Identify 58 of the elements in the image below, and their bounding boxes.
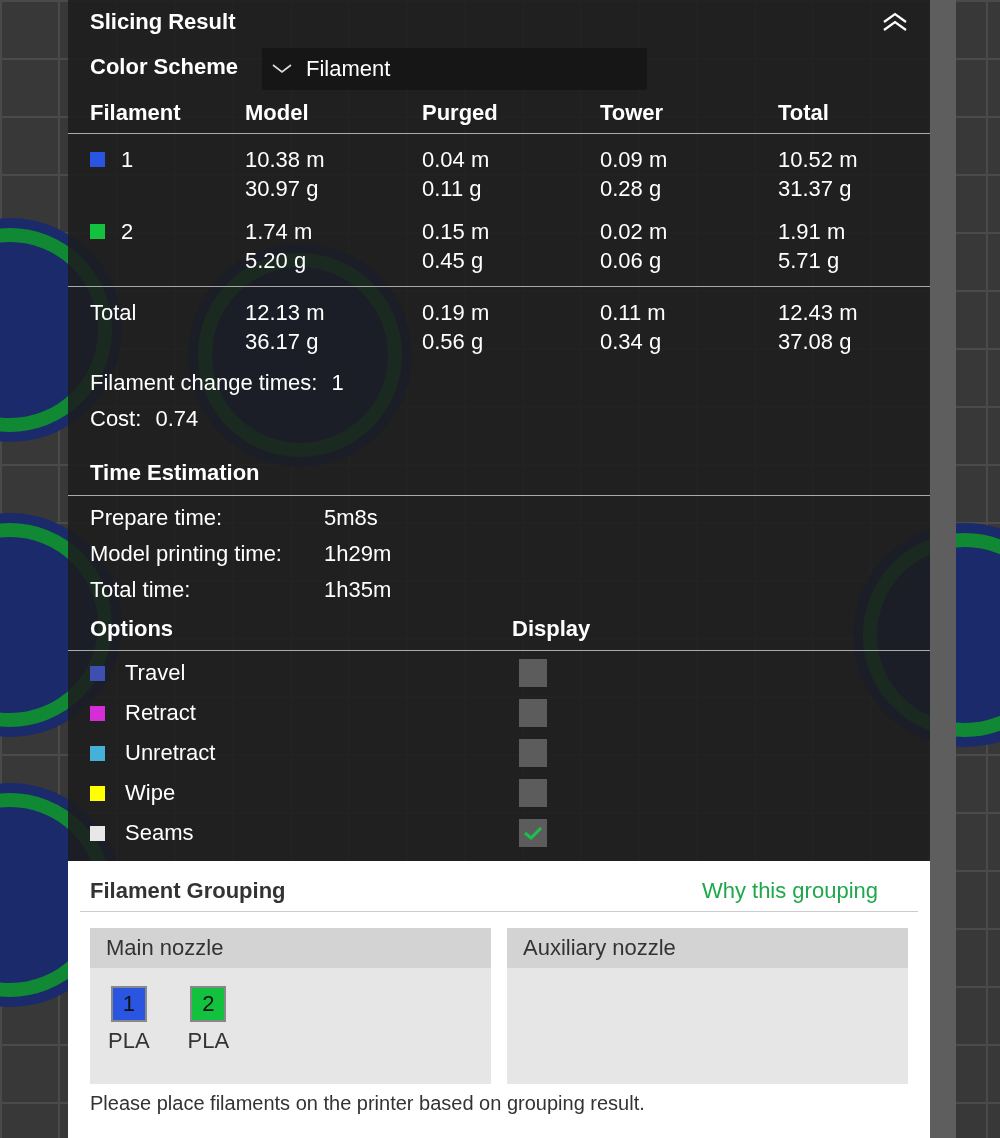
option-label: Retract [125, 700, 196, 726]
option-label: Seams [125, 820, 194, 846]
chevron-down-icon [271, 64, 292, 74]
table-cell-text: 1.74 m 5.20 g [245, 218, 313, 275]
color-scheme-label: Color Scheme [90, 54, 238, 79]
display-checkbox[interactable] [519, 779, 547, 807]
section-title: Options [90, 616, 174, 641]
option-label: Unretract [125, 740, 216, 766]
grouping-note: Please place filaments on the printer based on grouping result. [90, 1092, 645, 1114]
summary-value: 0.74 [155, 406, 199, 431]
column-header: Purged [422, 99, 498, 127]
column-header: Model [245, 99, 309, 127]
filament-chip: 2 [190, 986, 227, 1022]
time-value: 1h29m [324, 540, 393, 568]
column-header: Filament [90, 99, 181, 127]
time-label: Model printing time: [90, 540, 283, 568]
table-cell-text: 10.38 m 30.97 g [245, 146, 325, 203]
scrollbar[interactable] [930, 0, 956, 1138]
table-cell-text: 0.11 m 0.34 g [600, 299, 666, 356]
time-value: 1h35m [324, 576, 393, 604]
table-cell-text: 12.43 m 37.08 g [778, 299, 858, 356]
table-cell-text: 0.09 m 0.28 g [600, 146, 668, 203]
display-checkbox[interactable] [519, 819, 547, 847]
checkmark-icon [523, 825, 543, 841]
column-header: Tower [600, 99, 664, 127]
total-label: Total [90, 299, 137, 327]
display-checkbox[interactable] [519, 659, 547, 687]
time-label: Total time: [90, 576, 192, 604]
filament-number: 2 [121, 218, 134, 246]
display-checkbox[interactable] [519, 739, 547, 767]
table-cell-text: 12.13 m 36.17 g [245, 299, 325, 356]
nozzle-title: Main nozzle [90, 928, 491, 968]
table-cell-text: 0.04 m 0.11 g [422, 146, 490, 203]
section-title: Display [512, 616, 591, 641]
summary-label: Cost: [90, 406, 142, 431]
column-header: Total [778, 99, 829, 127]
nozzle-title: Auxiliary nozzle [507, 928, 908, 968]
filament-number: 1 [121, 146, 134, 174]
color-scheme-dropdown[interactable]: Filament [261, 48, 647, 90]
section-title: Time Estimation [90, 460, 260, 485]
option-label: Travel [125, 660, 186, 686]
table-cell-text: 1.91 m 5.71 g [778, 218, 846, 275]
section-title: Filament Grouping [90, 878, 286, 903]
summary-value: 1 [331, 370, 344, 395]
collapse-icon[interactable] [882, 12, 908, 32]
time-label: Prepare time: [90, 504, 224, 532]
filament-chip: 1 [110, 986, 147, 1022]
table-cell-text: 10.52 m 31.37 g [778, 146, 858, 203]
option-label: Wipe [125, 780, 176, 806]
summary-label: Filament change times: [90, 370, 318, 395]
filament-type: PLA [187, 1028, 230, 1053]
filament-type: PLA [108, 1028, 150, 1053]
table-cell-text: 0.19 m 0.56 g [422, 299, 490, 356]
panel-title: Slicing Result [90, 9, 236, 34]
display-checkbox[interactable] [519, 699, 547, 727]
time-value: 5m8s [324, 504, 379, 532]
table-cell-text: 0.02 m 0.06 g [600, 218, 668, 275]
table-cell-text: 0.15 m 0.45 g [422, 218, 490, 275]
